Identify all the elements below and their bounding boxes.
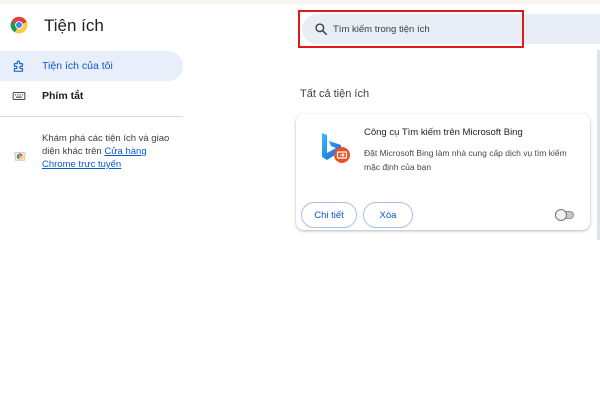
extension-enable-toggle[interactable] xyxy=(555,209,574,221)
sidebar-divider xyxy=(0,116,183,117)
page-title: Tiện ích xyxy=(44,16,104,35)
toggle-knob xyxy=(555,209,567,221)
sidebar: Tiện ích của tôi Phím tắt Khám phá các t… xyxy=(0,50,190,400)
chrome-logo-icon xyxy=(10,16,28,34)
search-bar[interactable] xyxy=(302,14,600,44)
sidebar-item-label: Tiện ích của tôi xyxy=(42,60,113,72)
extension-card: Công cụ Tìm kiếm trên Microsoft Bing Đặt… xyxy=(296,114,590,230)
bing-icon xyxy=(322,133,350,163)
discover-text: Khám phá các tiện ích và giao diện khác … xyxy=(42,132,182,171)
remove-button[interactable]: Xóa xyxy=(363,202,413,228)
section-title: Tất cả tiện ích xyxy=(300,88,370,100)
keyboard-icon xyxy=(12,91,26,101)
extension-name: Công cụ Tìm kiếm trên Microsoft Bing xyxy=(364,127,523,138)
search-icon xyxy=(315,23,328,36)
sidebar-item-label: Phím tắt xyxy=(42,90,84,102)
chrome-web-store-icon xyxy=(14,152,26,161)
details-button[interactable]: Chi tiết xyxy=(301,202,357,228)
puzzle-icon xyxy=(13,60,24,72)
discover-extensions: Khám phá các tiện ích và giao diện khác … xyxy=(0,130,190,180)
extension-description: Đặt Microsoft Bing làm nhà cung cấp dịch… xyxy=(364,148,567,172)
search-input[interactable] xyxy=(333,20,593,38)
sidebar-item-shortcuts[interactable]: Phím tắt xyxy=(0,81,183,111)
sidebar-item-my-extensions[interactable]: Tiện ích của tôi xyxy=(0,51,183,81)
header: Tiện ích xyxy=(0,4,600,50)
